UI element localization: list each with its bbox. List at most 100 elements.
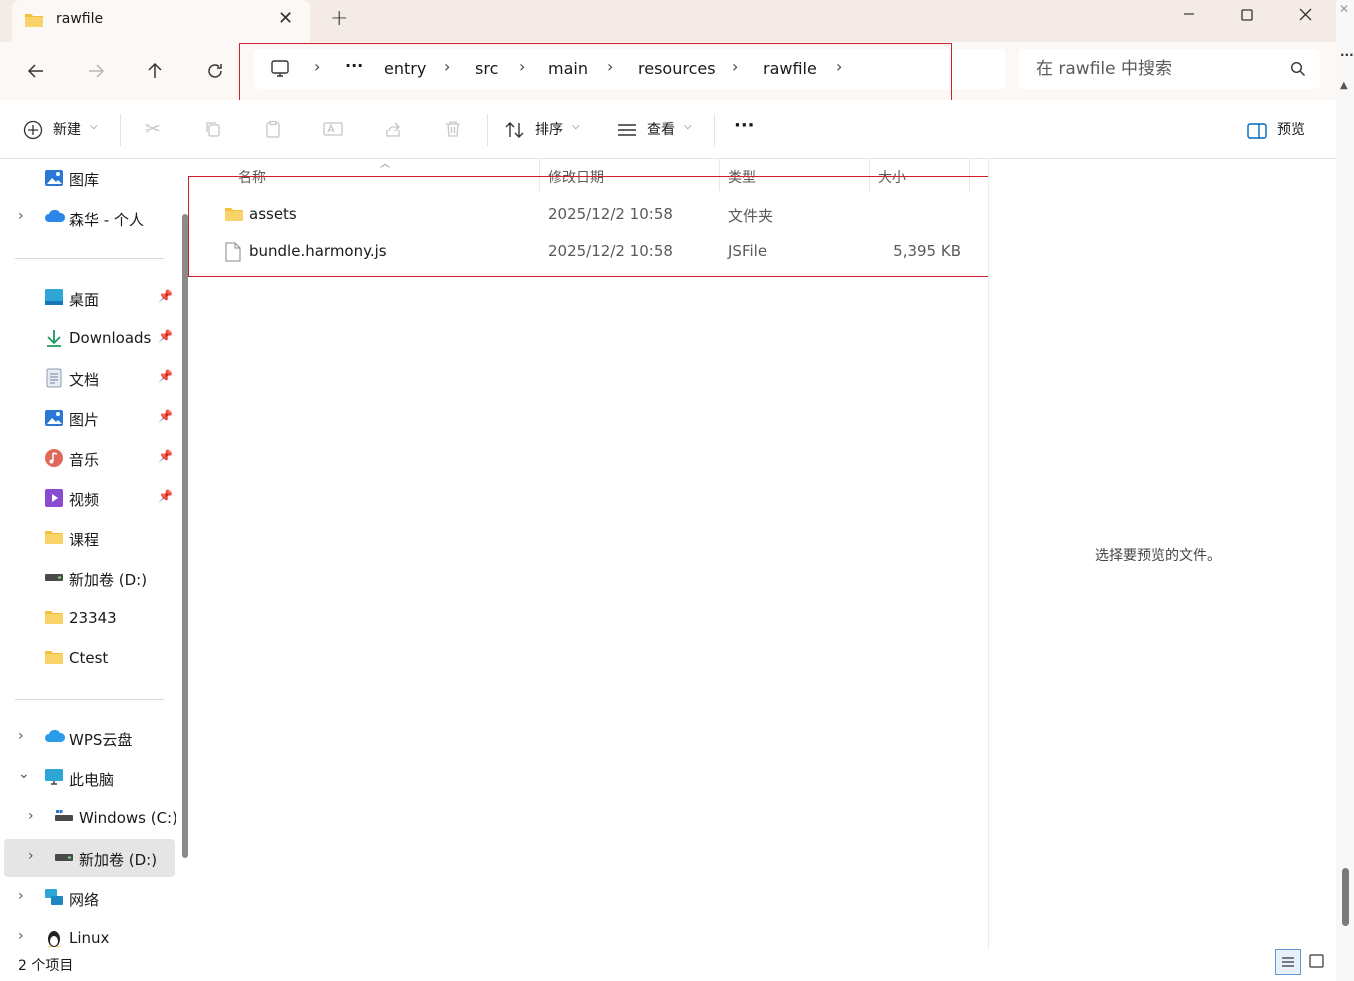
preview-button[interactable]: 预览 — [1277, 119, 1305, 139]
preview-message: 选择要预览的文件。 — [1095, 548, 1221, 564]
sidebar-item-desktop[interactable]: 桌面 📌 — [0, 279, 176, 317]
sidebar-item-label: Linux — [69, 929, 110, 947]
sidebar-item-this-pc[interactable]: ⌄ 此电脑 — [0, 759, 176, 797]
picture-icon — [44, 408, 64, 428]
sidebar-item-label: 文档 — [69, 371, 100, 389]
search-input[interactable] — [1034, 57, 1278, 81]
refresh-button[interactable] — [199, 57, 231, 85]
sort-button[interactable]: 排序 — [535, 119, 563, 139]
minimize-button[interactable] — [1160, 0, 1218, 32]
share-icon[interactable] — [381, 117, 405, 141]
forward-button[interactable] — [80, 57, 112, 85]
sidebar-item-linux[interactable]: › Linux — [0, 919, 176, 949]
chevron-down-icon[interactable]: ⌵ — [572, 121, 580, 132]
more-options-button[interactable]: ··· — [734, 115, 755, 136]
pin-icon[interactable]: 📌 — [158, 289, 173, 303]
view-icon[interactable] — [617, 122, 637, 142]
sidebar-item-wps[interactable]: › WPS云盘 — [0, 719, 176, 757]
sidebar-item-gallery[interactable]: 图库 — [0, 159, 176, 197]
address-highlight-box — [239, 43, 952, 104]
sidebar-item-network[interactable]: › 网络 — [0, 879, 176, 917]
sidebar-item-23343[interactable]: 23343 — [0, 599, 176, 637]
pin-icon[interactable]: 📌 — [158, 409, 173, 423]
sort-ascending-icon[interactable]: ︿ — [380, 155, 390, 170]
details-view-button[interactable] — [1275, 949, 1301, 975]
chevron-right-icon[interactable]: › — [18, 928, 24, 944]
pin-icon[interactable]: 📌 — [158, 449, 173, 463]
background-window-edge: ✕ ··· ▲ — [1336, 0, 1354, 981]
title-bar: rawfile ✕ + — [0, 0, 1336, 42]
delete-icon[interactable] — [441, 117, 465, 141]
view-button[interactable]: 查看 — [647, 119, 675, 139]
maximize-button[interactable] — [1218, 0, 1276, 32]
rename-icon[interactable] — [321, 117, 345, 141]
document-icon — [44, 368, 64, 388]
status-bar: 2 个项目 — [0, 949, 1336, 981]
command-bar: 新建 ⌵ ✂ 排序 ⌵ 查看 ⌵ ··· 预览 — [0, 100, 1336, 159]
sidebar-item-pictures[interactable]: 图片 📌 — [0, 399, 176, 437]
paste-icon[interactable] — [261, 117, 285, 141]
search-box[interactable] — [1018, 49, 1320, 89]
chevron-right-icon[interactable]: › — [18, 208, 24, 224]
sidebar-item-downloads[interactable]: Downloads 📌 — [0, 319, 176, 357]
plus-circle-icon[interactable] — [23, 120, 43, 144]
folder-icon — [44, 528, 64, 548]
sort-icon[interactable] — [505, 121, 525, 143]
close-icon: ✕ — [1339, 2, 1350, 16]
back-button[interactable] — [20, 57, 52, 85]
sidebar-item-drive-d[interactable]: › 新加卷 (D:) — [4, 839, 175, 877]
linux-penguin-icon — [44, 928, 64, 948]
sidebar-item-label: 新加卷 (D:) — [69, 571, 148, 589]
sidebar-item-course[interactable]: 课程 — [0, 519, 176, 557]
sidebar-item-label: 视频 — [69, 491, 100, 509]
new-button[interactable]: 新建 — [53, 119, 81, 139]
scroll-up-icon[interactable]: ▲ — [1340, 80, 1348, 91]
chevron-right-icon[interactable]: › — [28, 848, 34, 864]
cut-icon[interactable]: ✂ — [141, 117, 165, 141]
sidebar-item-label: Windows (C:) — [79, 809, 176, 827]
sidebar-item-onedrive[interactable]: › 森华 - 个人 — [0, 199, 176, 237]
preview-pane-icon[interactable] — [1247, 123, 1267, 143]
large-icons-view-button[interactable] — [1305, 949, 1331, 975]
up-button[interactable] — [139, 57, 171, 85]
background-scrollbar-thumb[interactable] — [1342, 868, 1349, 926]
sidebar-item-drive-c[interactable]: › Windows (C:) — [0, 799, 176, 837]
sidebar-item-music[interactable]: 音乐 📌 — [0, 439, 176, 477]
sidebar-item-label: 森华 - 个人 — [69, 211, 144, 229]
chevron-right-icon[interactable]: › — [18, 888, 24, 904]
navigation-pane: 图库 › 森华 - 个人 桌面 📌 Downloads 📌 文档 📌 图片 📌 … — [0, 159, 176, 949]
new-tab-button[interactable]: + — [330, 6, 348, 31]
toolbar-divider — [487, 114, 488, 146]
file-list: ︿ 名称 修改日期 类型 大小 assets 2025/12/2 10:58 文… — [196, 159, 988, 949]
sidebar-item-label: 课程 — [69, 531, 100, 549]
sidebar-item-label: 桌面 — [69, 291, 100, 309]
tab-rawfile[interactable]: rawfile ✕ — [12, 0, 310, 42]
sidebar-item-ctest[interactable]: Ctest — [0, 639, 176, 677]
sidebar-item-label: Ctest — [69, 649, 109, 667]
chevron-down-icon[interactable]: ⌵ — [90, 121, 98, 132]
pin-icon[interactable]: 📌 — [158, 489, 173, 503]
close-tab-icon[interactable]: ✕ — [278, 8, 293, 29]
sidebar-scrollbar[interactable] — [182, 214, 188, 858]
sidebar-item-documents[interactable]: 文档 📌 — [0, 359, 176, 397]
more-icon: ··· — [1340, 48, 1354, 62]
pin-icon[interactable]: 📌 — [158, 369, 173, 383]
sidebar-item-drive-d-pinned[interactable]: 新加卷 (D:) — [0, 559, 176, 597]
sidebar-item-label: 新加卷 (D:) — [79, 851, 158, 869]
preview-pane: 选择要预览的文件。 — [988, 159, 1337, 949]
toolbar-divider — [120, 114, 121, 146]
sidebar-item-videos[interactable]: 视频 📌 — [0, 479, 176, 517]
windows-drive-icon — [54, 808, 74, 828]
folder-icon — [24, 11, 44, 33]
chevron-right-icon[interactable]: › — [28, 808, 34, 824]
search-icon[interactable] — [1290, 61, 1306, 81]
chevron-down-icon[interactable]: ⌵ — [684, 121, 692, 132]
pin-icon[interactable]: 📌 — [158, 329, 173, 343]
desktop-icon — [44, 288, 64, 308]
chevron-down-icon[interactable]: ⌄ — [18, 766, 30, 782]
cloud-icon — [44, 208, 66, 228]
copy-icon[interactable] — [201, 117, 225, 141]
files-highlight-box — [188, 176, 1034, 277]
chevron-right-icon[interactable]: › — [18, 728, 24, 744]
close-window-button[interactable] — [1276, 0, 1334, 32]
